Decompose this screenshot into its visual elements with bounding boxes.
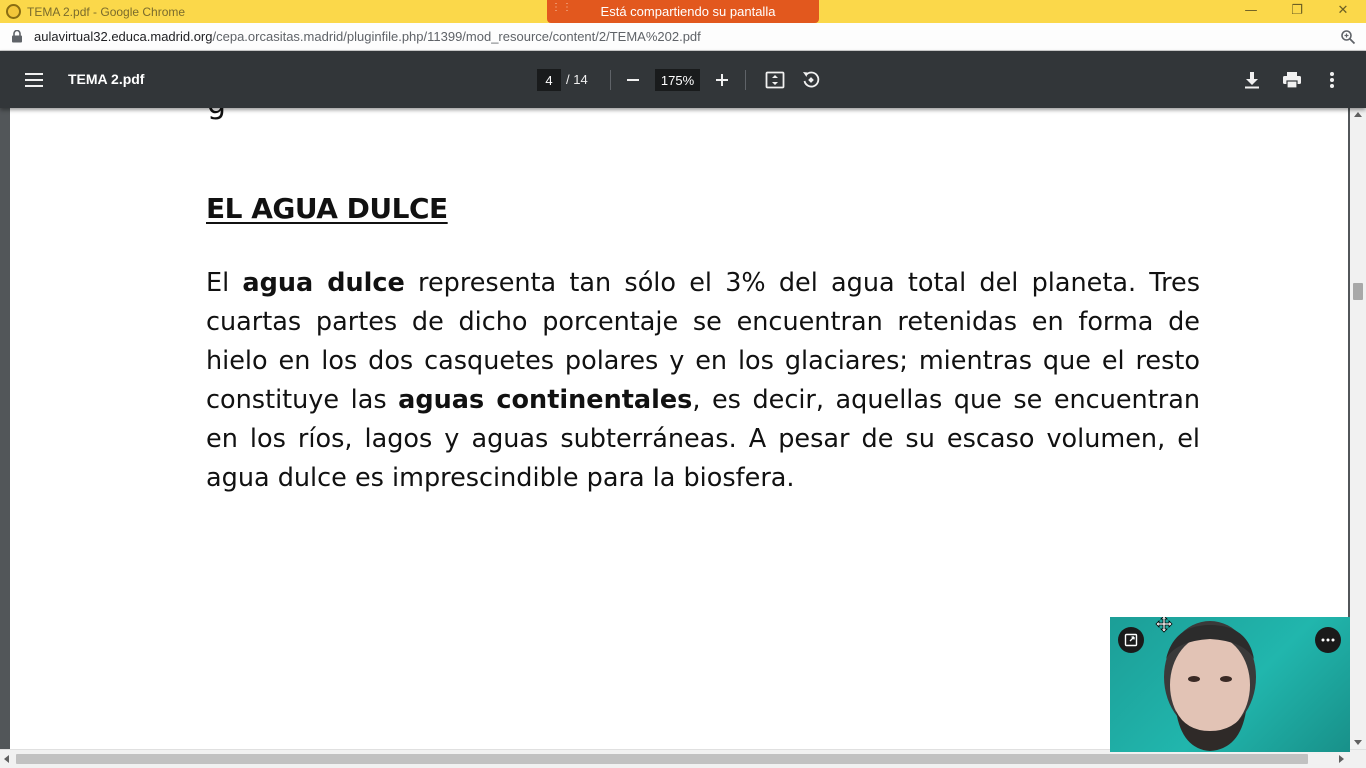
zoom-icon[interactable] [1340, 29, 1356, 45]
switch-camera-icon [1124, 633, 1138, 647]
paragraph-bold-term: agua dulce [242, 268, 405, 298]
paragraph-bold-term: aguas continentales [398, 385, 693, 416]
download-icon [1245, 72, 1259, 89]
minimize-button[interactable]: — [1237, 2, 1265, 20]
address-bar[interactable]: aulavirtual32.educa.madrid.org/cepa.orca… [0, 23, 1366, 51]
zoom-out-button[interactable] [621, 68, 645, 92]
scroll-down-arrow-icon[interactable] [1354, 740, 1362, 745]
toolbar-divider [745, 70, 746, 90]
window-title: TEMA 2.pdf - Google Chrome [27, 5, 186, 19]
scroll-right-arrow-icon[interactable] [1339, 755, 1344, 763]
print-icon [1283, 72, 1301, 89]
scroll-up-arrow-icon[interactable] [1354, 112, 1362, 117]
horizontal-scroll-thumb[interactable] [16, 754, 1308, 764]
download-button[interactable] [1240, 68, 1264, 92]
screen-share-banner[interactable]: ⋮⋮ Está compartiendo su pantalla [547, 0, 819, 23]
plus-icon [716, 74, 728, 86]
hamburger-menu-icon[interactable] [22, 69, 46, 91]
lock-icon[interactable] [11, 30, 23, 43]
restore-button[interactable]: ❐ [1283, 2, 1311, 20]
vertical-scroll-thumb[interactable] [1353, 283, 1363, 300]
video-more-options-button[interactable] [1315, 627, 1341, 653]
switch-view-button[interactable] [1118, 627, 1144, 653]
move-cursor-icon[interactable] [1155, 617, 1173, 633]
url-text[interactable]: aulavirtual32.educa.madrid.org/cepa.orca… [34, 29, 701, 44]
fit-to-page-icon [765, 71, 785, 89]
section-heading: EL AGUA DULCE [206, 192, 448, 225]
body-paragraph: El agua dulce representa tan sólo el 3% … [206, 264, 1200, 499]
window-titlebar: TEMA 2.pdf - Google Chrome ⋮⋮ Está compa… [0, 0, 1366, 23]
print-button[interactable] [1280, 68, 1304, 92]
page-total: / 14 [566, 72, 588, 87]
rotate-icon [803, 71, 820, 88]
previous-text-fragment: g [207, 108, 226, 121]
rotate-button[interactable] [799, 68, 823, 92]
zoom-in-button[interactable] [710, 68, 734, 92]
pdf-toolbar: TEMA 2.pdf / 14 [0, 51, 1366, 108]
close-button[interactable]: ✕ [1329, 2, 1357, 20]
more-options-button[interactable] [1320, 68, 1344, 92]
toolbar-divider [610, 70, 611, 90]
url-path: /cepa.orcasitas.madrid/pluginfile.php/11… [212, 29, 701, 44]
document-title: TEMA 2.pdf [68, 71, 145, 87]
page-number-input[interactable] [537, 69, 561, 91]
fit-to-page-button[interactable] [763, 68, 787, 92]
more-vert-icon [1330, 72, 1334, 88]
paragraph-text: El [206, 268, 243, 298]
url-domain: aulavirtual32.educa.madrid.org [34, 29, 213, 44]
zoom-level-input[interactable] [655, 69, 700, 91]
chrome-icon [6, 4, 21, 19]
participant-video [1164, 621, 1256, 751]
video-call-overlay[interactable] [1110, 617, 1350, 752]
share-banner-label: Está compartiendo su pantalla [600, 4, 776, 19]
scroll-left-arrow-icon[interactable] [4, 755, 9, 763]
more-horiz-icon [1321, 638, 1335, 642]
minus-icon [627, 79, 639, 81]
vertical-scrollbar[interactable] [1350, 108, 1366, 749]
